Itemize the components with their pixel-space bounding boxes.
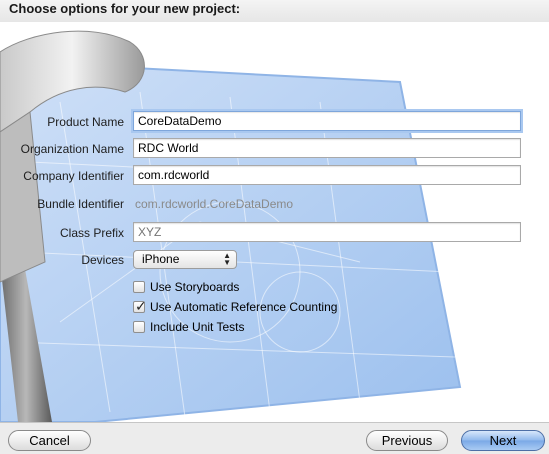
company-identifier-field[interactable]	[133, 165, 521, 185]
up-down-arrows-icon: ▲ ▼	[223, 251, 231, 267]
page-title: Choose options for your new project:	[9, 1, 241, 16]
next-button[interactable]: Next	[461, 430, 545, 451]
include-unit-tests-checkbox[interactable]	[133, 321, 145, 333]
use-storyboards-label: Use Storyboards	[150, 280, 240, 294]
cancel-button[interactable]: Cancel	[8, 430, 91, 451]
bundle-identifier-label: Bundle Identifier	[37, 197, 124, 211]
include-unit-tests-label: Include Unit Tests	[150, 320, 245, 334]
use-arc-label: Use Automatic Reference Counting	[150, 300, 338, 314]
devices-selected: iPhone	[142, 252, 180, 266]
company-identifier-label: Company Identifier	[23, 169, 124, 183]
sheet-header: Choose options for your new project:	[0, 0, 549, 22]
organization-name-label: Organization Name	[20, 142, 124, 156]
use-arc-checkbox[interactable]: ✓	[133, 298, 147, 314]
use-storyboards-checkbox[interactable]	[133, 281, 145, 293]
organization-name-field[interactable]	[133, 138, 521, 158]
options-panel: Product Name Organization Name Company I…	[0, 22, 549, 423]
devices-popup[interactable]: iPhone ▲ ▼	[133, 250, 237, 269]
product-name-field[interactable]	[133, 111, 521, 131]
checkmark-icon: ✓	[135, 298, 147, 314]
bundle-identifier-value: com.rdcworld.CoreDataDemo	[135, 197, 294, 211]
product-name-label: Product Name	[47, 115, 124, 129]
devices-label: Devices	[81, 253, 124, 267]
class-prefix-label: Class Prefix	[59, 226, 124, 240]
previous-button[interactable]: Previous	[366, 430, 448, 451]
class-prefix-field[interactable]	[133, 222, 521, 242]
